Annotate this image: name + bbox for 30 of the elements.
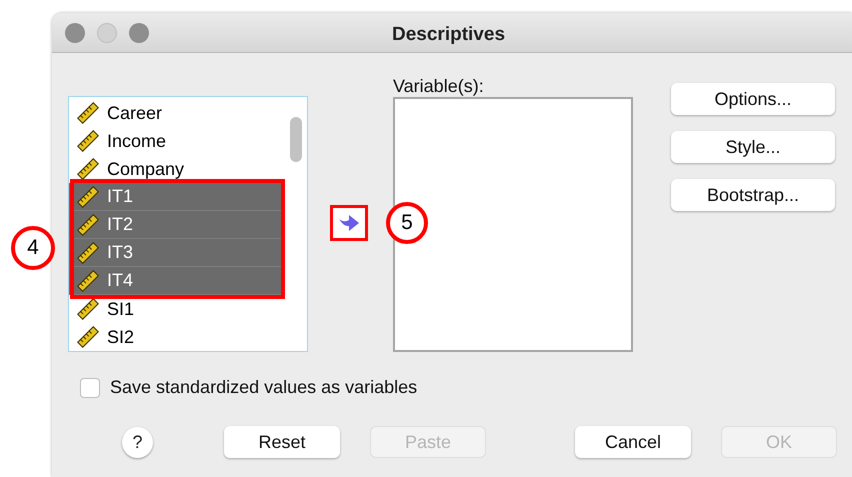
list-item[interactable]: IT2 <box>69 211 283 239</box>
window-title: Descriptives <box>392 23 506 47</box>
minimize-button[interactable] <box>97 22 117 42</box>
dialog-button[interactable]: Style... <box>671 131 835 163</box>
ruler-icon <box>77 214 99 236</box>
dialog-button[interactable]: Bootstrap... <box>671 179 835 211</box>
dialog-button[interactable]: Cancel <box>575 426 691 458</box>
list-item[interactable]: Career <box>69 99 283 127</box>
close-button[interactable] <box>65 22 85 42</box>
checkbox[interactable] <box>80 378 100 398</box>
arrow-icon <box>338 214 360 232</box>
dialog-button[interactable]: Reset <box>224 426 340 458</box>
callout-number: 4 <box>11 226 55 270</box>
list-item[interactable]: SI1 <box>69 295 283 323</box>
dialog-button[interactable]: Options... <box>671 83 835 115</box>
zoom-button[interactable] <box>129 22 149 42</box>
list-item[interactable]: Company <box>69 155 283 183</box>
ruler-icon <box>77 242 99 264</box>
list-item[interactable]: IT4 <box>69 267 283 295</box>
scrollbar[interactable] <box>290 117 302 162</box>
ruler-icon <box>77 186 99 208</box>
checkbox-label: Save standardized values as variables <box>110 376 418 399</box>
list-item[interactable]: IT3 <box>69 239 283 267</box>
variables-label: Variable(s): <box>393 75 485 97</box>
list-item[interactable]: SI2 <box>69 323 283 351</box>
list-item[interactable]: IT1 <box>69 183 283 211</box>
ruler-icon <box>77 270 99 292</box>
list-item[interactable]: Income <box>69 127 283 155</box>
move-button[interactable] <box>330 205 368 241</box>
help-button[interactable]: ? <box>122 426 153 458</box>
